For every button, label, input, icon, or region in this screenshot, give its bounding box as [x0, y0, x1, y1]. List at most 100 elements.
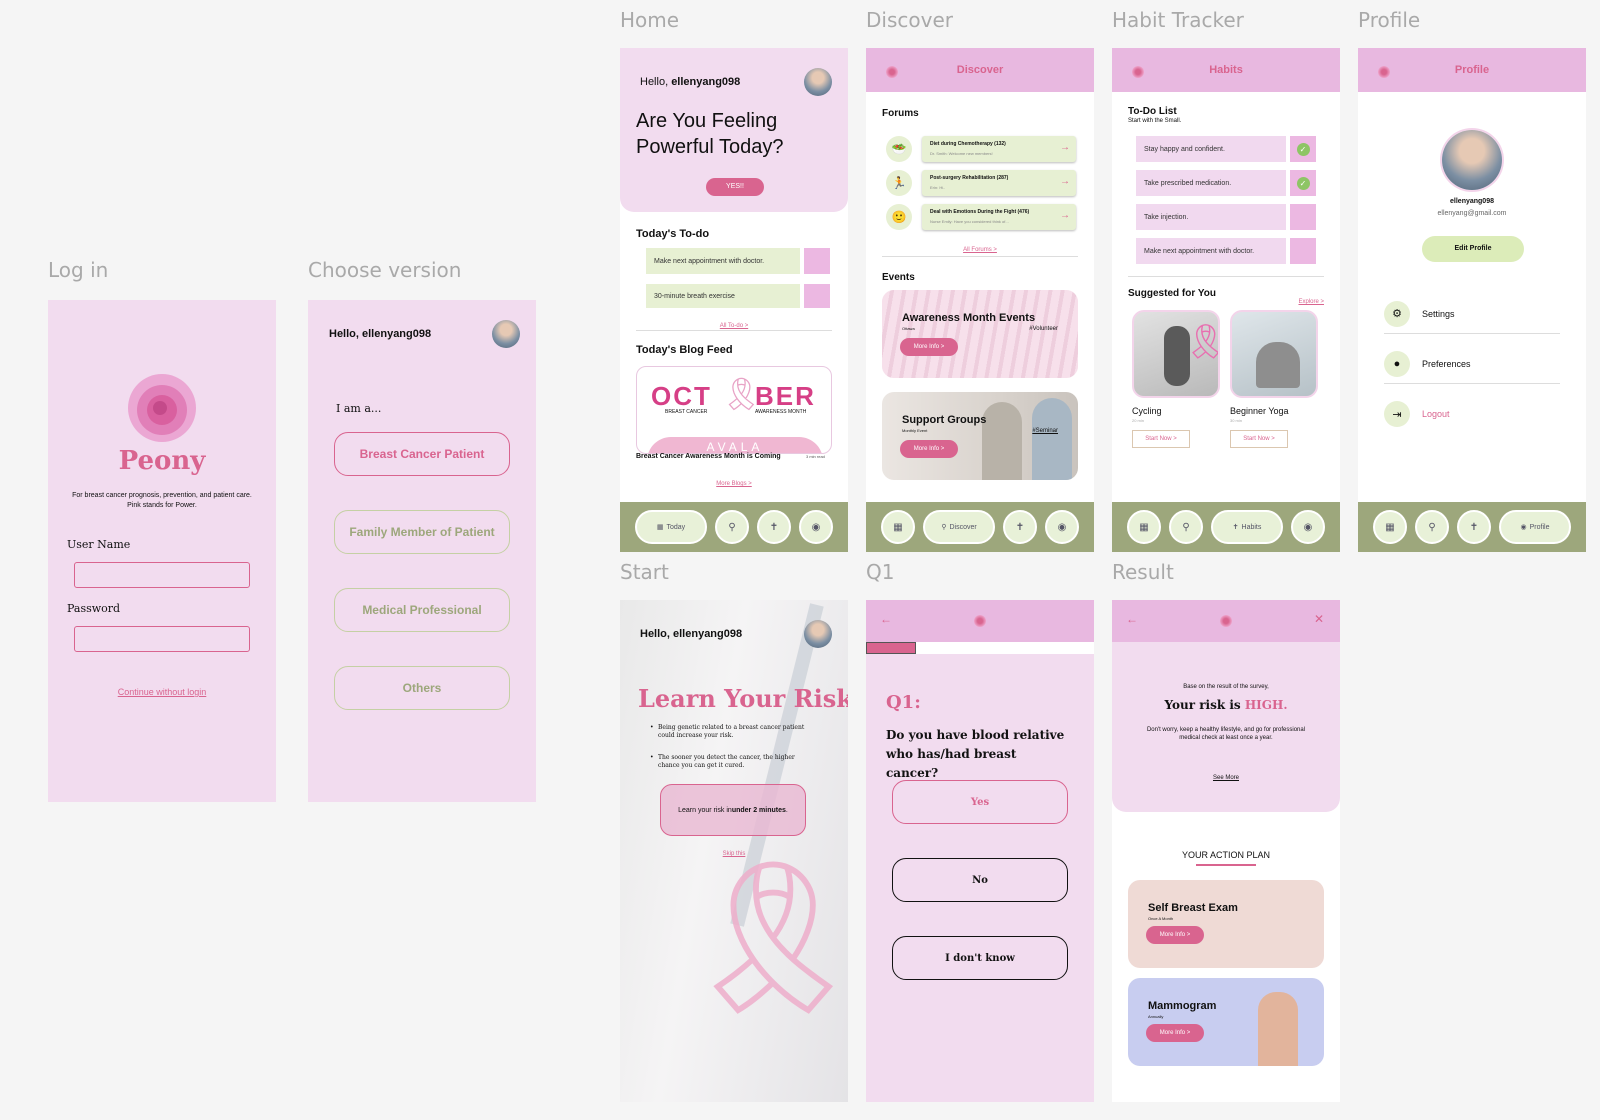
answer-yes-button[interactable]: Yes	[892, 780, 1068, 824]
answer-no-button[interactable]: No	[892, 858, 1068, 902]
todo-item[interactable]: Make next appointment with doctor.	[646, 248, 800, 274]
todo-checkbox[interactable]	[804, 284, 830, 308]
close-icon[interactable]: ✕	[1314, 612, 1324, 626]
arrow-right-icon: →	[1060, 142, 1070, 153]
nav-habits-button[interactable]: ✝ Habits	[1211, 510, 1283, 544]
search-icon[interactable]: ⚲	[715, 510, 749, 544]
tagline-line-2: Pink stands for Power.	[127, 502, 197, 509]
skip-link[interactable]: Skip this	[723, 851, 746, 857]
support-groups-card[interactable]: Support Groups Monthly Event #Seminar Mo…	[882, 392, 1078, 480]
cycling-image[interactable]: 🎗	[1132, 310, 1220, 398]
mammogram-card[interactable]: Mammogram Annually More Info >	[1128, 978, 1324, 1066]
habit-figure-icon[interactable]: ✝	[1457, 510, 1491, 544]
profile-email: ellenyang@gmail.com	[1437, 210, 1507, 217]
habit-checkbox[interactable]	[1290, 204, 1316, 230]
password-input[interactable]	[74, 626, 250, 652]
nav-discover-button[interactable]: ⚲ Discover	[923, 510, 995, 544]
frame-label-choose: Choose version	[308, 258, 462, 282]
option-medical-professional-button[interactable]: Medical Professional	[334, 588, 510, 632]
profile-icon: ◉	[1520, 524, 1527, 531]
yes-button[interactable]: YES!!	[706, 178, 764, 196]
habit-figure-icon[interactable]: ✝	[1003, 510, 1037, 544]
habit-figure-icon[interactable]: ✝	[757, 510, 791, 544]
banner-ber: BER	[755, 381, 816, 411]
yoga-image[interactable]	[1230, 310, 1318, 398]
habit-item[interactable]: Take prescribed medication.	[1136, 170, 1286, 196]
greeting: Hello, ellenyang098	[640, 628, 743, 640]
more-info-button[interactable]: More Info >	[1146, 926, 1204, 944]
frame-label-discover: Discover	[866, 8, 953, 32]
frame-label-profile: Profile	[1358, 8, 1421, 32]
self-breast-exam-card[interactable]: Self Breast Exam Once A Month More Info …	[1128, 880, 1324, 968]
page-title: Habits	[1209, 64, 1243, 76]
habit-item[interactable]: Make next appointment with doctor.	[1136, 238, 1286, 264]
check-icon: ✓	[1296, 142, 1310, 156]
progress-track	[866, 642, 1094, 654]
settings-row[interactable]: ⚙ Settings	[1384, 294, 1560, 334]
more-info-button[interactable]: More Info >	[900, 440, 958, 458]
logout-row[interactable]: ⇥ Logout	[1384, 394, 1560, 434]
start-now-button[interactable]: Start Now >	[1132, 430, 1190, 448]
calendar-icon[interactable]: ▦	[1373, 510, 1407, 544]
event-tag: #Volunteer	[1029, 326, 1058, 332]
profile-avatar[interactable]	[1442, 130, 1502, 190]
habit-checkbox[interactable]: ✓	[1290, 170, 1316, 196]
explore-link[interactable]: Explore >	[1298, 299, 1324, 305]
calendar-icon[interactable]: ▦	[1127, 510, 1161, 544]
todo-checkbox[interactable]	[804, 248, 830, 274]
plan-frequency: Once A Month	[1148, 916, 1174, 921]
edit-profile-button[interactable]: Edit Profile	[1422, 236, 1524, 262]
forum-item[interactable]: 🙂 Deal with Emotions During the Fight (4…	[886, 204, 1076, 232]
avatar[interactable]	[492, 320, 520, 348]
nav-today-button[interactable]: ▦ Today	[635, 510, 707, 544]
option-breast-cancer-patient-button[interactable]: Breast Cancer Patient	[334, 432, 510, 476]
profile-icon[interactable]: ◉	[1291, 510, 1325, 544]
all-forums-link[interactable]: All Forums >	[963, 247, 997, 253]
frame-label-home: Home	[620, 8, 680, 32]
forum-item[interactable]: 🥗 Diet during Chemotherapy (132) Dr. Smit…	[886, 136, 1076, 164]
habit-item[interactable]: Stay happy and confident.	[1136, 136, 1286, 162]
answer-dont-know-button[interactable]: I don't know	[892, 936, 1068, 980]
search-icon[interactable]: ⚲	[1415, 510, 1449, 544]
habit-checkbox[interactable]: ✓	[1290, 136, 1316, 162]
result-base-text: Base on the result of the survey,	[1183, 684, 1269, 690]
more-info-button[interactable]: More Info >	[900, 338, 958, 356]
arrow-right-icon: →	[1060, 176, 1070, 187]
start-now-button[interactable]: Start Now >	[1230, 430, 1288, 448]
home-screen: Hello, ellenyang098 Are You Feeling Powe…	[620, 48, 848, 552]
advice-text: Don't worry, keep a healthy lifestyle, a…	[1146, 727, 1306, 741]
avatar[interactable]	[804, 620, 832, 648]
todo-item[interactable]: 30-minute breath exercise	[646, 284, 800, 308]
search-icon[interactable]: ⚲	[1169, 510, 1203, 544]
all-todo-link[interactable]: All To-do >	[720, 323, 748, 329]
more-info-button[interactable]: More Info >	[1146, 1024, 1204, 1042]
awareness-event-card[interactable]: Awareness Month Events Ottawa #Volunteer…	[882, 290, 1078, 378]
see-more-link[interactable]: See More	[1213, 775, 1239, 781]
option-others-button[interactable]: Others	[334, 666, 510, 710]
avatar[interactable]	[804, 68, 832, 96]
preferences-row[interactable]: ● Preferences	[1384, 344, 1560, 384]
nav-profile-button[interactable]: ◉ Profile	[1499, 510, 1571, 544]
bottom-nav: ▦ Today ⚲ ✝ ◉	[620, 502, 848, 552]
learn-risk-button[interactable]: Learn your risk in under 2 minutes.	[660, 784, 806, 836]
habit-item[interactable]: Take injection.	[1136, 204, 1286, 230]
username-input[interactable]	[74, 562, 250, 588]
blog-banner[interactable]: OCT 🎗 BER BREAST CANCER AWARENESS MONTH …	[636, 366, 832, 454]
profile-icon[interactable]: ◉	[799, 510, 833, 544]
risk-level: Your risk is HIGH.	[1164, 698, 1288, 712]
todo-title: Today's To-do	[636, 228, 710, 240]
forum-item[interactable]: 🏃 Post-surgery Rehabilitation (287) Erin:…	[886, 170, 1076, 198]
habit-figure-icon: ✝	[1232, 524, 1239, 531]
plan-frequency: Annually	[1148, 1014, 1164, 1019]
back-arrow-icon[interactable]: ←	[880, 612, 892, 626]
profile-icon[interactable]: ◉	[1045, 510, 1079, 544]
habit-checkbox[interactable]	[1290, 238, 1316, 264]
back-arrow-icon[interactable]: ←	[1126, 612, 1138, 626]
option-family-member-button[interactable]: Family Member of Patient	[334, 510, 510, 554]
more-blogs-link[interactable]: More Blogs >	[716, 481, 752, 487]
login-screen: Peony For breast cancer prognosis, preve…	[48, 300, 276, 802]
suggestion-name: Cycling	[1132, 406, 1162, 416]
blog-caption: Breast Cancer Awareness Month is Coming	[636, 453, 781, 460]
calendar-icon[interactable]: ▦	[881, 510, 915, 544]
continue-without-login-link[interactable]: Continue without login	[118, 687, 207, 697]
